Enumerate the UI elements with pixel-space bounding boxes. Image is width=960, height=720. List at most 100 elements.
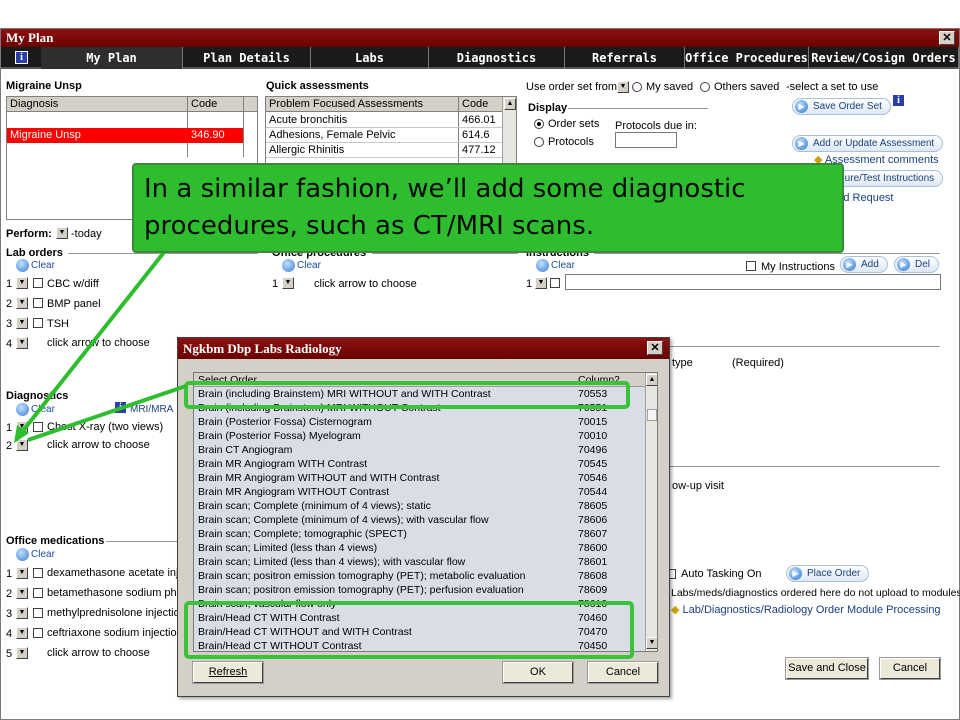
medication-checkbox[interactable] [33, 568, 43, 578]
order-name-cell: Brain scan; Complete (minimum of 4 views… [198, 500, 431, 512]
ok-button[interactable]: OK [502, 661, 574, 684]
my-saved-radio[interactable] [632, 82, 642, 92]
clear-label: Clear [551, 260, 575, 272]
qa-code-cell: 614.6 [462, 129, 490, 141]
dialog-title: Ngkbm Dbp Labs Radiology [183, 341, 342, 356]
perform-dropdown-icon[interactable]: ▼ [56, 227, 68, 239]
place-order-button[interactable]: ▶ Place Order [786, 565, 870, 582]
diagnostic-dropdown-icon[interactable]: ▼ [16, 439, 28, 451]
clear-icon [282, 259, 295, 272]
module-processing-link[interactable]: ◆ Lab/Diagnostics/Radiology Order Module… [671, 603, 941, 616]
diagnosis-cell: Migraine Unsp [10, 129, 81, 141]
table-row[interactable]: Adhesions, Female Pelvic 614.6 [266, 128, 502, 143]
protocols-due-input[interactable] [615, 132, 677, 148]
office-procedure-dropdown-icon[interactable]: ▼ [282, 277, 294, 289]
order-row[interactable]: Brain MR Angiogram WITHOUT and WITH Cont… [194, 471, 645, 485]
info-icon[interactable]: i [15, 51, 28, 64]
order-row[interactable]: Brain scan; positron emission tomography… [194, 569, 645, 583]
office-medications-title: Office medications [6, 535, 105, 547]
add-update-assessment-button[interactable]: ▶ Add or Update Assessment [792, 135, 944, 152]
qa-scrollbar[interactable]: ▲ [502, 97, 516, 167]
office-procedures-clear-button[interactable]: Clear [282, 259, 321, 273]
diagnosis-grid-header: Diagnosis Code [7, 97, 257, 112]
table-row[interactable]: Acute bronchitis 466.01 [266, 113, 502, 128]
add-instruction-button[interactable]: ▶ Add [840, 256, 888, 273]
order-row[interactable]: Brain scan; Limited (less than 4 views);… [194, 555, 645, 569]
order-row[interactable]: Brain MR Angiogram WITHOUT Contrast 70544 [194, 485, 645, 499]
diagnostic-name: click arrow to choose [47, 439, 150, 451]
tab-office-procedures[interactable]: Office Procedures [685, 47, 809, 69]
save-order-set-button[interactable]: ▶ Save Order Set [792, 98, 891, 115]
scroll-down-icon[interactable]: ▼ [646, 637, 657, 649]
type-label: type [672, 357, 693, 369]
medication-dropdown-icon[interactable]: ▼ [16, 647, 28, 659]
mri-mra-link[interactable]: MRI/MRA [130, 404, 173, 415]
lab-orders-clear-button[interactable]: Clear [16, 259, 55, 273]
dialog-cancel-button[interactable]: Cancel [587, 661, 659, 684]
close-icon[interactable]: ✕ [939, 31, 955, 45]
order-set-dropdown-icon[interactable]: ▼ [617, 81, 629, 93]
lab-order-dropdown-icon[interactable]: ▼ [16, 297, 28, 309]
instructions-clear-button[interactable]: Clear [536, 259, 575, 273]
lab-order-dropdown-icon[interactable]: ▼ [16, 337, 28, 349]
order-row[interactable]: Brain scan; Complete (minimum of 4 views… [194, 499, 645, 513]
instruction-checkbox[interactable] [550, 278, 560, 288]
instruction-input[interactable] [565, 274, 941, 290]
diagnostics-clear-button[interactable]: Clear [16, 403, 55, 417]
diagnostic-dropdown-icon[interactable]: ▼ [16, 421, 28, 433]
medication-checkbox[interactable] [33, 608, 43, 618]
order-code-cell: 70496 [578, 444, 608, 456]
delete-instruction-button[interactable]: ▶ Del [894, 256, 940, 273]
medication-dropdown-icon[interactable]: ▼ [16, 587, 28, 599]
scroll-up-icon[interactable]: ▲ [504, 98, 516, 110]
cancel-button[interactable]: Cancel [879, 657, 941, 680]
medication-dropdown-icon[interactable]: ▼ [16, 567, 28, 579]
medication-dropdown-icon[interactable]: ▼ [16, 607, 28, 619]
save-and-close-button[interactable]: Save and Close [785, 657, 869, 680]
order-sets-label: Order sets [548, 118, 600, 130]
order-row[interactable]: Brain scan; Limited (less than 4 views) 7… [194, 541, 645, 555]
order-sets-radio[interactable] [534, 119, 544, 129]
order-row[interactable]: Brain CT Angiogram 70496 [194, 443, 645, 457]
info-icon[interactable]: i [892, 94, 905, 107]
order-row[interactable]: Brain MR Angiogram WITH Contrast 70545 [194, 457, 645, 471]
my-instructions-checkbox[interactable] [746, 261, 756, 271]
medication-checkbox[interactable] [33, 628, 43, 638]
order-row[interactable]: Brain (Posterior Fossa) Myelogram 70010 [194, 429, 645, 443]
order-row[interactable]: Brain (Posterior Fossa) Cisternogram 7001… [194, 415, 645, 429]
tab-labs[interactable]: Labs [311, 47, 429, 69]
table-row[interactable]: Allergic Rhinitis 477.12 [266, 143, 502, 158]
refresh-button[interactable]: Refresh [192, 661, 264, 684]
diagnosis-col-header: Diagnosis [10, 98, 59, 110]
medication-checkbox[interactable] [33, 588, 43, 598]
order-row[interactable]: Brain scan; positron emission tomography… [194, 583, 645, 597]
order-row[interactable]: Brain scan; Complete (minimum of 4 views… [194, 513, 645, 527]
lab-order-dropdown-icon[interactable]: ▼ [16, 317, 28, 329]
tab-my-plan[interactable]: My Plan [41, 47, 183, 69]
scroll-up-icon[interactable]: ▲ [646, 374, 657, 386]
others-saved-radio[interactable] [700, 82, 710, 92]
table-row-selected[interactable]: Migraine Unsp 346.90 [7, 128, 243, 143]
tab-diagnostics[interactable]: Diagnostics [429, 47, 565, 69]
diagnostic-checkbox[interactable] [33, 422, 43, 432]
protocols-radio[interactable] [534, 137, 544, 147]
order-code-cell: 70546 [578, 472, 608, 484]
lab-order-checkbox[interactable] [33, 318, 43, 328]
order-list-scrollbar[interactable]: ▲ ▼ [645, 373, 657, 651]
tab-referrals[interactable]: Referrals [565, 47, 685, 69]
info-icon[interactable]: i [114, 401, 127, 414]
order-code-cell: 70010 [578, 430, 608, 442]
order-row[interactable]: Brain scan; Complete; tomographic (SPECT… [194, 527, 645, 541]
medication-dropdown-icon[interactable]: ▼ [16, 627, 28, 639]
office-medications-clear-button[interactable]: Clear [16, 548, 55, 562]
lab-order-checkbox[interactable] [33, 298, 43, 308]
scroll-thumb[interactable] [647, 409, 657, 421]
table-row[interactable] [7, 113, 257, 127]
qa-name-cell: Acute bronchitis [269, 114, 348, 126]
instruction-dropdown-icon[interactable]: ▼ [535, 277, 547, 289]
lab-order-checkbox[interactable] [33, 278, 43, 288]
close-icon[interactable]: ✕ [647, 341, 663, 355]
tab-review-cosign-orders[interactable]: Review/Cosign Orders [809, 47, 959, 69]
tab-plan-details[interactable]: Plan Details [183, 47, 311, 69]
lab-order-dropdown-icon[interactable]: ▼ [16, 277, 28, 289]
